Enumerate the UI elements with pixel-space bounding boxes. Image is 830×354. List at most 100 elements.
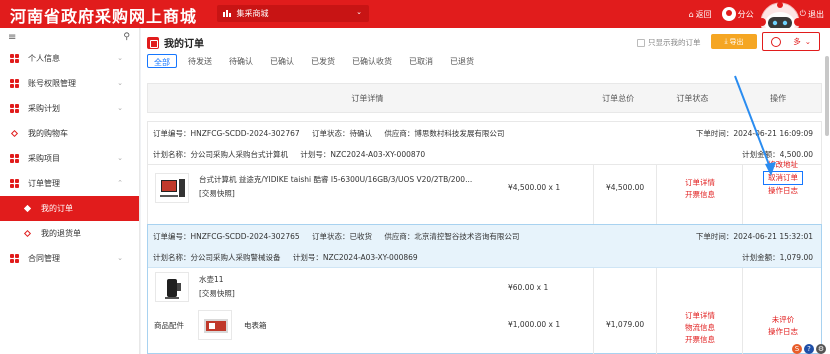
chevron-down-icon: ⌄ — [117, 79, 123, 87]
order-detail-link[interactable]: 订单详情 — [658, 177, 742, 189]
tab-label: 已发货 — [311, 57, 335, 66]
tab-pending-confirm[interactable]: 待确认 — [223, 54, 259, 68]
product-name-link[interactable]: 水壶11 — [199, 274, 449, 286]
settings-icon[interactable]: ⚙ — [816, 344, 826, 354]
plan-name: 计划名称：分公司采购人采购台式计算机 — [153, 150, 288, 159]
tab-shipped[interactable]: 已发货 — [305, 54, 341, 68]
user-menu[interactable]: 分公 — [721, 7, 754, 21]
mall-select[interactable]: 集采商城 ⌄ — [217, 5, 369, 22]
sidebar-item-order-management[interactable]: 订单管理 ⌃ — [0, 171, 139, 196]
status-links: 订单详情 物流信息 开票信息 — [658, 310, 742, 346]
mall-icon — [223, 10, 231, 17]
order-info-line: 订单编号：HNZFCG-SCDD-2024-302765 订单状态：已收货 供应… — [153, 231, 519, 242]
accessory-image[interactable] — [198, 310, 232, 340]
product-image[interactable] — [155, 272, 189, 302]
sidebar-item-cart[interactable]: 我的购物车 — [0, 121, 139, 146]
chevron-down-icon: ⌄ — [117, 104, 123, 112]
export-button[interactable]: ⤓ 导出 — [711, 34, 757, 49]
grid-icon — [9, 79, 19, 89]
not-reviewed-link[interactable]: 未评价 — [744, 314, 822, 326]
sidebar-item-purchase-project[interactable]: 采购项目 ⌄ — [0, 146, 139, 171]
supplier: 供应商：博思数村科技发展有限公司 — [384, 129, 505, 138]
plan-info-line: 计划名称：分公司采购人采购警械设备 计划号：NZC2024-A03-XY-000… — [153, 252, 418, 263]
invoice-info-link[interactable]: 开票信息 — [658, 189, 742, 201]
order-header: 订单编号：HNZFCG-SCDD-2024-302765 订单状态：已收货 供应… — [148, 225, 821, 268]
sidebar-item-purchase-plan[interactable]: 采购计划 ⌄ — [0, 96, 139, 121]
plan-info-line: 计划名称：分公司采购人采购台式计算机 计划号：NZC2024-A03-XY-00… — [153, 149, 425, 160]
status-links: 订单详情 开票信息 — [658, 177, 742, 201]
tab-confirmed[interactable]: 已确认 — [264, 54, 300, 68]
grid-icon — [9, 179, 19, 189]
edit-address-link[interactable]: 修改地址 — [744, 159, 822, 171]
supplier: 供应商：北京清控智谷技术咨询有限公司 — [384, 232, 520, 241]
s-logo-icon[interactable]: S — [792, 344, 802, 354]
sidebar-item-profile[interactable]: 个人信息 ⌄ — [0, 46, 139, 71]
order-card: 订单编号：HNZFCG-SCDD-2024-302765 订单状态：已收货 供应… — [147, 224, 822, 354]
menu-icon[interactable]: ≡ — [8, 32, 16, 43]
more-button[interactable]: 多 ⌄ — [762, 32, 820, 51]
checkbox-icon — [637, 38, 645, 47]
snapshot-link[interactable]: [交易快照] — [199, 188, 499, 200]
tab-label: 已确认 — [270, 57, 294, 66]
plan-name: 计划名称：分公司采购人采购警械设备 — [153, 253, 281, 262]
accessory-price-qty: ¥1,000.00 x 1 — [508, 320, 561, 329]
operation-log-link[interactable]: 操作日志 — [744, 185, 822, 197]
table-header: 订单详情 订单总价 订单状态 操作 — [147, 83, 822, 113]
order-body: 台式计算机 益途克/YIDIKE taishi 酷睿 I5-6300U/16GB… — [148, 160, 822, 228]
only-mine-label: 只显示我的订单 — [648, 38, 701, 47]
tab-label: 全部 — [154, 58, 170, 68]
sidebar-item-label: 我的订单 — [41, 204, 73, 213]
order-time: 下单时间：2024-06-21 16:09:09 — [695, 129, 813, 138]
avatar — [721, 7, 736, 21]
tab-received[interactable]: 已确认收货 — [346, 54, 398, 68]
tab-pending-send[interactable]: 待发送 — [182, 54, 218, 68]
order-status: 订单状态：已收货 — [312, 232, 373, 241]
cancel-order-link[interactable]: 取消订单 — [763, 171, 803, 185]
back-label: 返回 — [695, 9, 712, 19]
pin-icon[interactable]: ⚲ — [123, 32, 130, 42]
chevron-down-icon: ⌄ — [117, 154, 123, 162]
top-bar: 河南省政府采购网上商城 集采商城 ⌄ ⌂ 返回 分公 ⏻ 退出 — [0, 0, 830, 28]
chevron-down-icon: ⌄ — [356, 8, 362, 16]
product-name-link[interactable]: 台式计算机 益途克/YIDIKE taishi 酷睿 I5-6300U/16GB… — [199, 174, 499, 186]
grid-icon — [9, 254, 19, 264]
order-body: 水壶11 [交易快照] ¥60.00 x 1 商品配件 电表箱 ¥1,000.0… — [148, 268, 821, 354]
sidebar-item-my-orders[interactable]: 我的订单 — [0, 196, 139, 221]
plan-number: 计划号：NZC2024-A03-XY-000869 — [292, 253, 418, 262]
operation-log-link[interactable]: 操作日志 — [744, 326, 822, 338]
order-number: 订单编号：HNZFCG-SCDD-2024-302767 — [153, 129, 300, 138]
order-total: ¥4,500.00 — [606, 183, 645, 192]
tab-returned[interactable]: 已退货 — [444, 54, 480, 68]
more-label: 多 — [793, 37, 801, 46]
sidebar-item-account-permissions[interactable]: 账号权限管理 ⌄ — [0, 71, 139, 96]
back-button[interactable]: ⌂ 返回 — [689, 9, 712, 20]
tab-all[interactable]: 全部 — [147, 54, 177, 68]
invoice-info-link[interactable]: 开票信息 — [658, 334, 742, 346]
order-header: 订单编号：HNZFCG-SCDD-2024-302767 订单状态：待确认 供应… — [148, 122, 821, 165]
download-icon: ⤓ — [724, 37, 728, 45]
snapshot-link[interactable]: [交易快照] — [199, 288, 449, 300]
product-image[interactable] — [155, 173, 189, 203]
chevron-down-icon: ⌄ — [804, 37, 811, 46]
sidebar-item-label: 合同管理 — [28, 254, 60, 263]
sidebar-item-label: 个人信息 — [28, 54, 60, 63]
accessory-label: 商品配件 — [154, 321, 184, 330]
order-detail-link[interactable]: 订单详情 — [658, 310, 742, 322]
grid-icon — [9, 104, 19, 114]
sidebar-item-contract-management[interactable]: 合同管理 ⌄ — [0, 246, 139, 271]
grid-icon — [9, 154, 19, 164]
order-time: 下单时间：2024-06-21 15:32:01 — [695, 232, 813, 241]
order-status: 订单状态：待确认 — [312, 129, 373, 138]
sidebar-item-label: 采购项目 — [28, 154, 60, 163]
sidebar-item-label: 我的退货单 — [41, 229, 81, 238]
grid-icon — [9, 54, 19, 64]
accessory-name[interactable]: 电表箱 — [244, 320, 267, 332]
help-icon[interactable]: ? — [804, 344, 814, 354]
logistics-info-link[interactable]: 物流信息 — [658, 322, 742, 334]
tab-cancelled[interactable]: 已取消 — [403, 54, 439, 68]
sidebar-item-label: 订单管理 — [28, 179, 60, 188]
sidebar-item-my-returns[interactable]: 我的退货单 — [0, 221, 139, 246]
only-mine-checkbox[interactable]: 只显示我的订单 — [637, 37, 701, 48]
page-title: 我的订单 — [147, 35, 204, 50]
scrollbar[interactable] — [825, 56, 829, 136]
